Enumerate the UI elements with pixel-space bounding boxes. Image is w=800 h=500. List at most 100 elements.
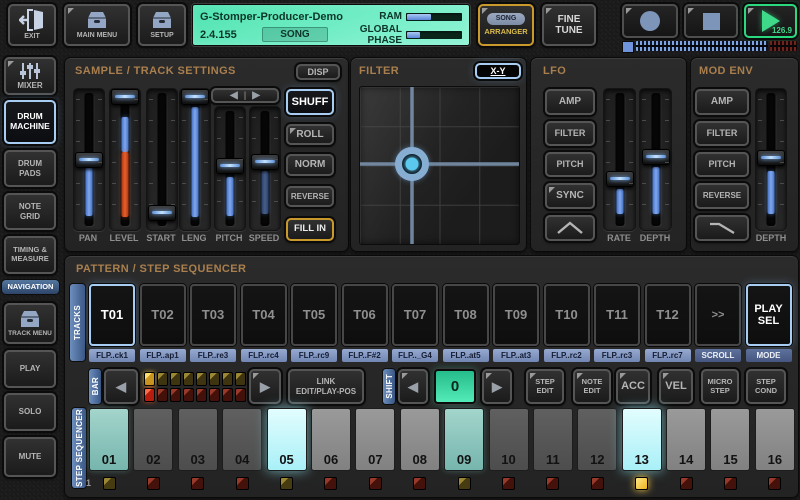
disp-button[interactable]: DISP <box>296 64 340 80</box>
track-button-t05[interactable]: T05 <box>291 284 337 346</box>
step-14[interactable]: 14 <box>666 408 706 471</box>
track-button-t08[interactable]: T08 <box>443 284 489 346</box>
slider-handle[interactable] <box>757 150 785 166</box>
song-position-bar[interactable] <box>636 41 768 51</box>
slider-handle[interactable] <box>642 149 670 165</box>
bar-prev-button[interactable]: ◀ <box>104 369 138 404</box>
display-mode-button[interactable]: SONG <box>262 27 328 42</box>
normalize-button[interactable]: NORM <box>286 154 334 176</box>
slider-handle[interactable] <box>111 89 139 105</box>
page-cell[interactable] <box>183 388 194 402</box>
lfo-filter-button[interactable]: FILTER <box>545 121 595 146</box>
page-cell[interactable] <box>196 372 207 386</box>
track-button-t04[interactable]: T04 <box>241 284 287 346</box>
step-05[interactable]: 05 <box>267 408 307 471</box>
slider-handle[interactable] <box>75 152 103 168</box>
page-cell[interactable] <box>209 388 220 402</box>
slider-handle[interactable] <box>606 171 634 187</box>
page-cell[interactable] <box>157 372 168 386</box>
step-condition-button[interactable]: STEP COND <box>746 369 786 404</box>
reverse-button[interactable]: REVERSE <box>286 186 334 207</box>
env-shape-button[interactable] <box>695 215 749 241</box>
play-button[interactable]: 126.9 <box>744 4 797 38</box>
xy-puck[interactable] <box>395 147 429 181</box>
track-button-t06[interactable]: T06 <box>342 284 388 346</box>
play-sel-mode-button[interactable]: PLAY SEL <box>746 284 792 346</box>
accent-button[interactable]: ACC <box>616 369 650 404</box>
lfo-waveform-button[interactable] <box>545 215 595 241</box>
shift-prev-button[interactable]: ◀ <box>398 369 428 404</box>
sidebar-item-mixer[interactable]: MIXER <box>4 57 56 95</box>
step-15[interactable]: 15 <box>710 408 750 471</box>
env-amp-button[interactable]: AMP <box>695 89 749 115</box>
arrow-left-icon[interactable]: ◀ <box>230 91 238 101</box>
lfo-sync-button[interactable]: SYNC <box>545 183 595 209</box>
record-button[interactable] <box>622 4 678 38</box>
step-07[interactable]: 07 <box>355 408 395 471</box>
shift-next-button[interactable]: ▶ <box>482 369 512 404</box>
step-edit-button[interactable]: STEP EDIT <box>526 369 564 404</box>
xy-mode-button[interactable]: X-Y <box>475 63 521 79</box>
step-09[interactable]: 09 <box>444 408 484 471</box>
sidebar-item-drum-machine[interactable]: DRUM MACHINE <box>4 100 56 144</box>
track-scroll-button[interactable]: >> <box>695 284 741 346</box>
speed-slider[interactable] <box>249 106 281 231</box>
link-edit-playpos-button[interactable]: LINK EDIT/PLAY-POS <box>288 369 364 404</box>
sidebar-item-note-grid[interactable]: NOTE GRID <box>4 193 56 230</box>
lfo-amp-button[interactable]: AMP <box>545 89 595 115</box>
exit-button[interactable]: EXIT <box>8 4 56 46</box>
step-08[interactable]: 08 <box>400 408 440 471</box>
pattern-page-grid[interactable] <box>144 372 246 402</box>
step-16[interactable]: 16 <box>755 408 795 471</box>
step-12[interactable]: 12 <box>577 408 617 471</box>
sidebar-item-timing-measure[interactable]: TIMING & MEASURE <box>4 236 56 274</box>
page-cell[interactable] <box>170 388 181 402</box>
level-slider[interactable] <box>109 88 141 231</box>
step-03[interactable]: 03 <box>178 408 218 471</box>
page-cell[interactable] <box>144 388 155 402</box>
step-11[interactable]: 11 <box>533 408 573 471</box>
lfo-rate-slider[interactable] <box>603 88 636 231</box>
lfo-depth-slider[interactable] <box>639 88 672 231</box>
page-cell[interactable] <box>157 388 168 402</box>
lfo-pitch-button[interactable]: PITCH <box>545 152 595 177</box>
page-cell[interactable] <box>209 372 220 386</box>
track-button-t09[interactable]: T09 <box>493 284 539 346</box>
fine-tune-button[interactable]: FINE TUNE <box>542 4 596 46</box>
filter-xy-pad[interactable] <box>359 86 520 245</box>
slider-handle[interactable] <box>148 205 176 221</box>
step-01[interactable]: 01 <box>89 408 129 471</box>
sample-shift-buttons[interactable]: ◀ | ▶ <box>211 88 279 103</box>
fill-in-button[interactable]: FILL IN <box>286 218 334 241</box>
env-reverse-button[interactable]: REVERSE <box>695 183 749 209</box>
page-cell[interactable] <box>196 388 207 402</box>
main-menu-button[interactable]: MAIN MENU <box>64 4 130 46</box>
roll-button[interactable]: ROLL <box>286 124 334 145</box>
track-button-t12[interactable]: T12 <box>645 284 691 346</box>
page-cell[interactable] <box>222 388 233 402</box>
stop-button[interactable] <box>684 4 738 38</box>
sidebar-item-solo[interactable]: SOLO <box>4 393 56 431</box>
step-04[interactable]: 04 <box>222 408 262 471</box>
track-button-t11[interactable]: T11 <box>594 284 640 346</box>
pitch-slider[interactable] <box>214 106 246 231</box>
velocity-button[interactable]: VEL <box>659 369 693 404</box>
length-slider[interactable] <box>179 88 211 231</box>
slider-handle[interactable] <box>181 89 209 105</box>
step-06[interactable]: 06 <box>311 408 351 471</box>
page-cell[interactable] <box>170 372 181 386</box>
shuffle-button[interactable]: SHUFF <box>286 89 334 115</box>
page-cell[interactable] <box>183 372 194 386</box>
arrow-right-icon[interactable]: ▶ <box>252 91 260 101</box>
start-slider[interactable] <box>146 88 178 231</box>
track-button-t02[interactable]: T02 <box>140 284 186 346</box>
track-button-t03[interactable]: T03 <box>190 284 236 346</box>
step-10[interactable]: 10 <box>489 408 529 471</box>
sidebar-item-track-menu[interactable]: TRACK MENU <box>4 303 56 344</box>
env-pitch-button[interactable]: PITCH <box>695 152 749 177</box>
setup-button[interactable]: SETUP <box>138 4 186 46</box>
song-arranger-toggle[interactable]: SONG ARRANGER <box>478 4 534 46</box>
page-cell[interactable] <box>235 388 246 402</box>
slider-handle[interactable] <box>251 154 279 170</box>
env-filter-button[interactable]: FILTER <box>695 121 749 146</box>
